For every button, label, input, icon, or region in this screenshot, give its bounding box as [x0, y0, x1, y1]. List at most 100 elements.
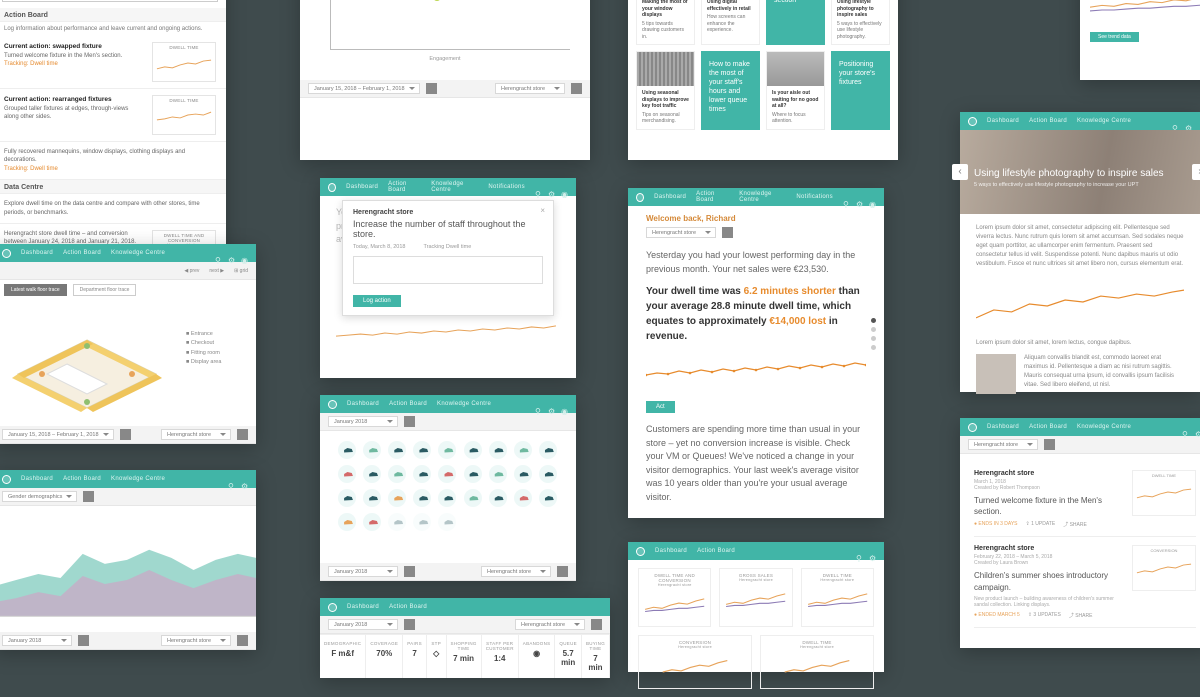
- search-icon[interactable]: [856, 548, 863, 555]
- trace-tab[interactable]: Latest walk floor trace: [4, 284, 67, 296]
- store-select[interactable]: Herengracht store: [161, 429, 231, 440]
- search-icon[interactable]: [1182, 424, 1189, 431]
- product-item[interactable]: [363, 489, 381, 507]
- product-item[interactable]: [438, 513, 456, 531]
- product-item[interactable]: [464, 465, 482, 483]
- apply-button[interactable]: [1044, 439, 1055, 450]
- gear-icon[interactable]: [228, 250, 235, 257]
- nav-tab[interactable]: Dashboard: [987, 424, 1019, 430]
- product-item[interactable]: [514, 465, 532, 483]
- nav-tab[interactable]: Dashboard: [346, 184, 378, 190]
- nav-tab[interactable]: Action Board: [1029, 118, 1067, 124]
- apply-button[interactable]: [78, 635, 89, 646]
- product-item[interactable]: [539, 441, 557, 459]
- store-select[interactable]: Herengracht store: [646, 227, 716, 238]
- knowledge-tile[interactable]: How to make the most of your staff's hou…: [701, 51, 760, 130]
- apply-button[interactable]: [591, 619, 602, 630]
- apply-button[interactable]: [83, 491, 94, 502]
- data-item[interactable]: Explore dwell time on the data centre an…: [0, 194, 226, 224]
- action-entry[interactable]: Herengracht storeMarch 1, 2018Created by…: [974, 462, 1196, 537]
- apply-button[interactable]: [404, 619, 415, 630]
- apply-button[interactable]: [404, 566, 415, 577]
- nav-tab[interactable]: Dashboard: [654, 194, 686, 200]
- nav-tab[interactable]: Knowledge Centre: [1077, 118, 1131, 124]
- knowledge-tile[interactable]: Is your aisle out waiting for no good at…: [766, 51, 825, 130]
- metric-mini-chart[interactable]: DWELL TIMEHerengracht store: [801, 568, 874, 627]
- close-icon[interactable]: ×: [540, 206, 545, 215]
- knowledge-tile[interactable]: Using digital effectively in retailHow s…: [701, 0, 760, 45]
- nav-tab[interactable]: Knowledge Centre: [431, 181, 478, 193]
- search-icon[interactable]: [535, 184, 542, 191]
- action-entry[interactable]: Herengracht storeFebruary 22, 2018 – Mar…: [974, 537, 1196, 627]
- product-item[interactable]: [363, 513, 381, 531]
- trace-tab[interactable]: Department floor trace: [73, 284, 137, 296]
- metric-select[interactable]: Gender demographics: [2, 491, 77, 502]
- store-select[interactable]: Herengracht store: [495, 83, 565, 94]
- log-action-button[interactable]: Log action: [353, 295, 401, 307]
- store-select[interactable]: Herengracht store: [515, 619, 585, 630]
- product-item[interactable]: [363, 441, 381, 459]
- nav-tab[interactable]: Dashboard: [347, 401, 379, 407]
- product-item[interactable]: [338, 441, 356, 459]
- search-icon[interactable]: [1172, 118, 1179, 125]
- product-item[interactable]: [388, 489, 406, 507]
- knowledge-tile[interactable]: Making the most of your window displays5…: [636, 0, 695, 45]
- product-item[interactable]: [489, 465, 507, 483]
- product-item[interactable]: [489, 441, 507, 459]
- user-icon[interactable]: [241, 250, 248, 257]
- apply-button[interactable]: [426, 83, 437, 94]
- metric-mini-chart[interactable]: CONVERSIONHerengracht store: [638, 635, 752, 689]
- user-icon[interactable]: [561, 401, 568, 408]
- nav-tab[interactable]: Notifications: [796, 194, 833, 200]
- nav-tab[interactable]: Notifications: [488, 184, 525, 190]
- product-item[interactable]: [464, 489, 482, 507]
- gear-icon[interactable]: [548, 401, 555, 408]
- product-item[interactable]: [438, 441, 456, 459]
- gear-icon[interactable]: [548, 184, 555, 191]
- gear-icon[interactable]: [1185, 118, 1192, 125]
- product-item[interactable]: [338, 513, 356, 531]
- apply-button[interactable]: [404, 416, 415, 427]
- product-item[interactable]: [363, 465, 381, 483]
- prev-arrow-icon[interactable]: ‹: [952, 164, 968, 180]
- date-select[interactable]: January 2018: [2, 635, 72, 646]
- nav-tab[interactable]: Dashboard: [347, 604, 379, 610]
- product-item[interactable]: [438, 465, 456, 483]
- date-select[interactable]: January 15, 2018 – February 1, 2018: [308, 83, 420, 94]
- product-item[interactable]: [514, 489, 532, 507]
- product-item[interactable]: [388, 513, 406, 531]
- gear-icon[interactable]: [241, 476, 248, 483]
- nav-tab[interactable]: Knowledge Centre: [437, 401, 491, 407]
- carousel-dots[interactable]: [871, 318, 876, 350]
- action-item[interactable]: Current action: swapped fixtureTurned we…: [0, 36, 226, 89]
- see-trend-button[interactable]: See trend data: [1090, 32, 1139, 42]
- knowledge-tile[interactable]: Drive traffic to children's shopping sec…: [766, 0, 825, 45]
- product-item[interactable]: [413, 441, 431, 459]
- store-select[interactable]: Herengracht store: [481, 566, 551, 577]
- apply-button[interactable]: [722, 227, 733, 238]
- search-icon[interactable]: [228, 476, 235, 483]
- product-item[interactable]: [338, 489, 356, 507]
- nav-tab[interactable]: Knowledge Centre: [111, 476, 165, 482]
- knowledge-tile[interactable]: Using lifestyle photography to inspire s…: [831, 0, 890, 45]
- product-item[interactable]: [464, 441, 482, 459]
- nav-tab[interactable]: Dashboard: [21, 476, 53, 482]
- nav-tab[interactable]: Action Board: [1029, 424, 1067, 430]
- nav-tab[interactable]: Action Board: [63, 250, 101, 256]
- apply-button[interactable]: [571, 83, 582, 94]
- search-icon[interactable]: [535, 401, 542, 408]
- metric-mini-chart[interactable]: GROSS SALESHerengracht store: [719, 568, 792, 627]
- nav-tab[interactable]: Knowledge Centre: [1077, 424, 1131, 430]
- product-item[interactable]: [338, 465, 356, 483]
- next-arrow-icon[interactable]: ›: [1192, 164, 1200, 180]
- gear-icon[interactable]: [856, 194, 863, 201]
- user-icon[interactable]: [561, 184, 568, 191]
- product-item[interactable]: [388, 465, 406, 483]
- gear-icon[interactable]: [1195, 424, 1200, 431]
- product-item[interactable]: [438, 489, 456, 507]
- action-item[interactable]: Fully recovered mannequins, window displ…: [0, 142, 226, 180]
- action-note-input[interactable]: [353, 256, 543, 284]
- date-select[interactable]: January 15, 2018 – February 1, 2018: [2, 429, 114, 440]
- product-item[interactable]: [514, 441, 532, 459]
- act-button[interactable]: Act: [646, 401, 675, 413]
